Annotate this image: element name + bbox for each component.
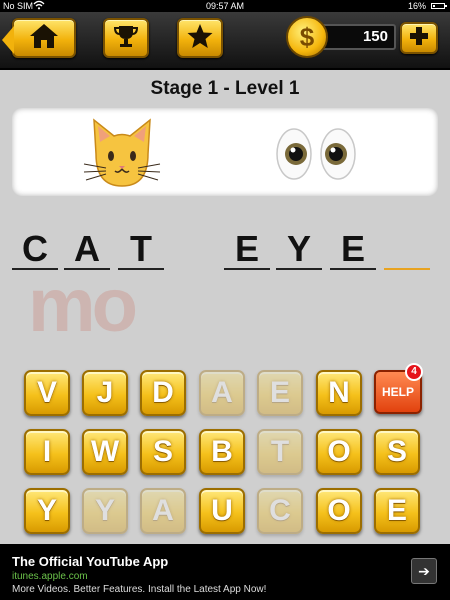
answer-letter[interactable]: E bbox=[328, 228, 378, 269]
letter-key[interactable]: T bbox=[257, 429, 303, 475]
letter-key[interactable]: B bbox=[199, 429, 245, 475]
letter-key[interactable]: I bbox=[24, 429, 70, 475]
letter-key[interactable]: S bbox=[374, 429, 420, 475]
home-icon bbox=[27, 22, 61, 55]
cat-face-icon bbox=[82, 114, 162, 199]
letter-key[interactable]: A bbox=[199, 370, 245, 416]
letter-key[interactable]: C bbox=[257, 488, 303, 534]
home-button[interactable] bbox=[2, 18, 76, 58]
letter-key[interactable]: V bbox=[24, 370, 70, 416]
answer-letter[interactable]: C bbox=[10, 228, 60, 269]
star-icon bbox=[186, 22, 214, 55]
plus-icon bbox=[408, 25, 430, 52]
letter-key[interactable]: Y bbox=[24, 488, 70, 534]
stage-title: Stage 1 - Level 1 bbox=[150, 78, 300, 99]
answer-letter[interactable]: A bbox=[62, 228, 112, 269]
arrow-right-icon[interactable]: ➔ bbox=[411, 558, 437, 584]
ad-title: The Official YouTube App bbox=[12, 554, 169, 569]
letter-key[interactable]: Y bbox=[82, 488, 128, 534]
battery-icon bbox=[431, 3, 447, 9]
coin-balance: 150 bbox=[316, 24, 396, 50]
favorites-button[interactable] bbox=[177, 18, 223, 58]
top-bar: $ 150 bbox=[0, 12, 450, 70]
clue-card bbox=[12, 108, 438, 196]
ad-banner[interactable]: The Official YouTube App itunes.apple.co… bbox=[0, 544, 450, 600]
answer-letter[interactable]: T bbox=[116, 228, 166, 269]
letter-key[interactable]: O bbox=[316, 488, 362, 534]
answer-slot[interactable] bbox=[384, 268, 430, 270]
letter-key[interactable]: E bbox=[257, 370, 303, 416]
help-count-badge: 4 bbox=[405, 363, 423, 381]
letter-key[interactable]: E bbox=[374, 488, 420, 534]
watermark: mo bbox=[28, 263, 138, 348]
battery-fill bbox=[433, 5, 435, 7]
achievements-button[interactable] bbox=[103, 18, 149, 58]
coin-icon: $ bbox=[286, 16, 328, 58]
letter-key[interactable]: N bbox=[316, 370, 362, 416]
eyes-icon bbox=[274, 126, 360, 187]
clock: 09:57 AM bbox=[205, 1, 245, 11]
ad-description: More Videos. Better Features. Install th… bbox=[12, 584, 267, 595]
letter-key[interactable]: A bbox=[140, 488, 186, 534]
answer-letter[interactable]: Y bbox=[274, 228, 324, 269]
letter-key[interactable]: W bbox=[82, 429, 128, 475]
ad-url: itunes.apple.com bbox=[12, 571, 88, 582]
letter-key[interactable]: U bbox=[199, 488, 245, 534]
letter-key[interactable]: O bbox=[316, 429, 362, 475]
battery-percent: 16% bbox=[407, 1, 426, 11]
buy-coins-button[interactable] bbox=[400, 22, 438, 54]
letter-key[interactable]: D bbox=[140, 370, 186, 416]
answer-letter[interactable]: E bbox=[222, 228, 272, 269]
trophy-icon bbox=[113, 23, 139, 54]
status-bar: No SIM 09:57 AM 16% bbox=[0, 0, 450, 12]
letter-key[interactable]: S bbox=[140, 429, 186, 475]
letter-key[interactable]: J bbox=[82, 370, 128, 416]
